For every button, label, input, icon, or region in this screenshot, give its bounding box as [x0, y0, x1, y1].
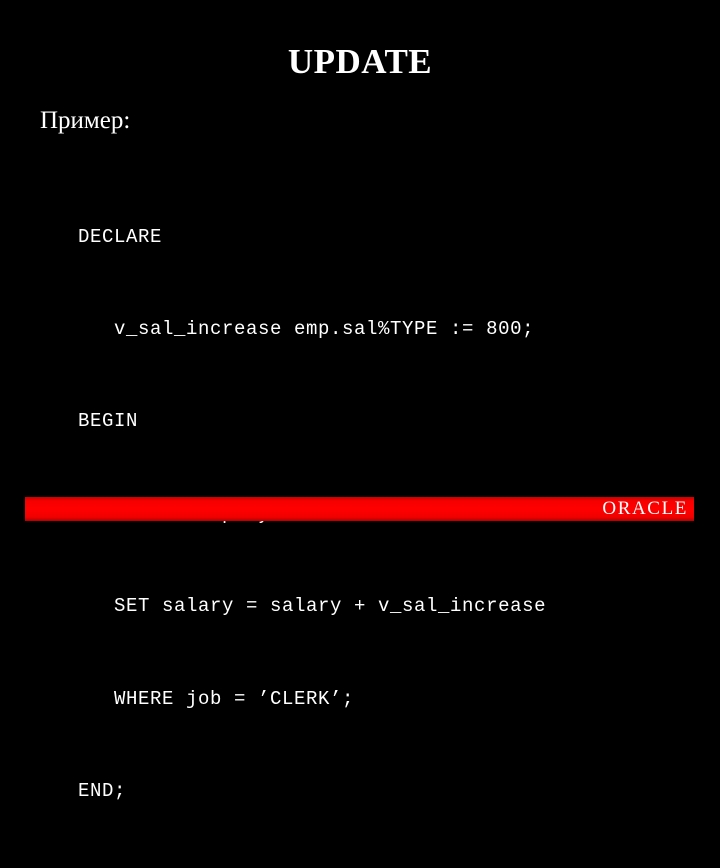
code-line: DECLARE — [78, 225, 163, 248]
code-line: END; — [78, 779, 127, 802]
oracle-logo: ORACLE — [602, 498, 688, 519]
code-line: SET salary = salary + v_sal_increase — [78, 595, 547, 618]
page-title: UPDATE — [287, 42, 433, 81]
code-line: WHERE job = ’CLERK’; — [78, 687, 355, 710]
code-line: v_sal_increase emp.sal%TYPE := 800; — [78, 317, 535, 340]
footer-bar: ORACLE — [25, 497, 694, 521]
code-line: BEGIN — [78, 410, 139, 433]
slide-subtitle: Пример: — [40, 107, 131, 134]
slide: UPDATE Пример: DECLARE v_sal_increase em… — [0, 0, 720, 802]
